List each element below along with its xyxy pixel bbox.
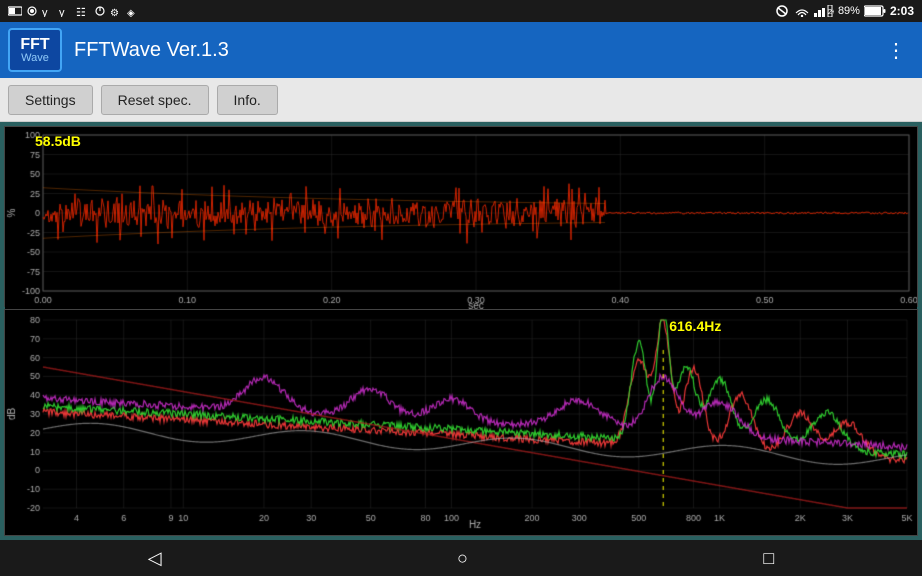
svg-text:☷: ☷: [76, 7, 86, 17]
wave-chart: 58.5dB: [4, 126, 918, 307]
reset-spec-button[interactable]: Reset spec.: [101, 85, 209, 115]
toolbar: Settings Reset spec. Info.: [0, 78, 922, 122]
db-value-label: 58.5dB: [35, 133, 81, 149]
app-logo: FFT Wave: [8, 28, 62, 72]
settings-button[interactable]: Settings: [8, 85, 93, 115]
info-button[interactable]: Info.: [217, 85, 278, 115]
home-button[interactable]: ○: [437, 544, 488, 573]
battery-icon: [864, 5, 886, 17]
svg-text:y: y: [42, 7, 48, 17]
notification-icons: y y ☷ ⚙ ◈: [8, 5, 141, 17]
status-bar-right: 2+ 89% 2:03: [774, 4, 914, 18]
block-icon: [774, 5, 790, 17]
battery-percent: 89%: [838, 5, 860, 17]
hz-value-label: 616.4Hz: [669, 318, 721, 334]
svg-text:2+: 2+: [828, 9, 834, 16]
fft-chart: 616.4Hz: [4, 309, 918, 536]
svg-text:◈: ◈: [127, 8, 135, 17]
wifi-icon: [794, 5, 810, 17]
back-button[interactable]: ◁: [128, 544, 182, 573]
logo-wave: Wave: [21, 53, 49, 64]
logo-fft: FFT: [20, 37, 49, 53]
charts-area: 58.5dB 616.4Hz: [0, 122, 922, 540]
menu-button[interactable]: ⋮: [878, 34, 914, 67]
svg-text:y: y: [59, 7, 65, 17]
svg-text:⚙: ⚙: [110, 8, 119, 17]
status-bar: y y ☷ ⚙ ◈ 2+ 89% 2:03: [0, 0, 922, 22]
time-display: 2:03: [890, 4, 914, 18]
nav-bar: ◁ ○ □: [0, 540, 922, 576]
status-bar-left: y y ☷ ⚙ ◈: [8, 5, 141, 17]
title-bar: FFT Wave FFTWave Ver.1.3 ⋮: [0, 22, 922, 78]
signal-icon: 2+: [814, 5, 834, 17]
app-title: FFTWave Ver.1.3: [74, 39, 878, 62]
recents-button[interactable]: □: [743, 544, 794, 573]
